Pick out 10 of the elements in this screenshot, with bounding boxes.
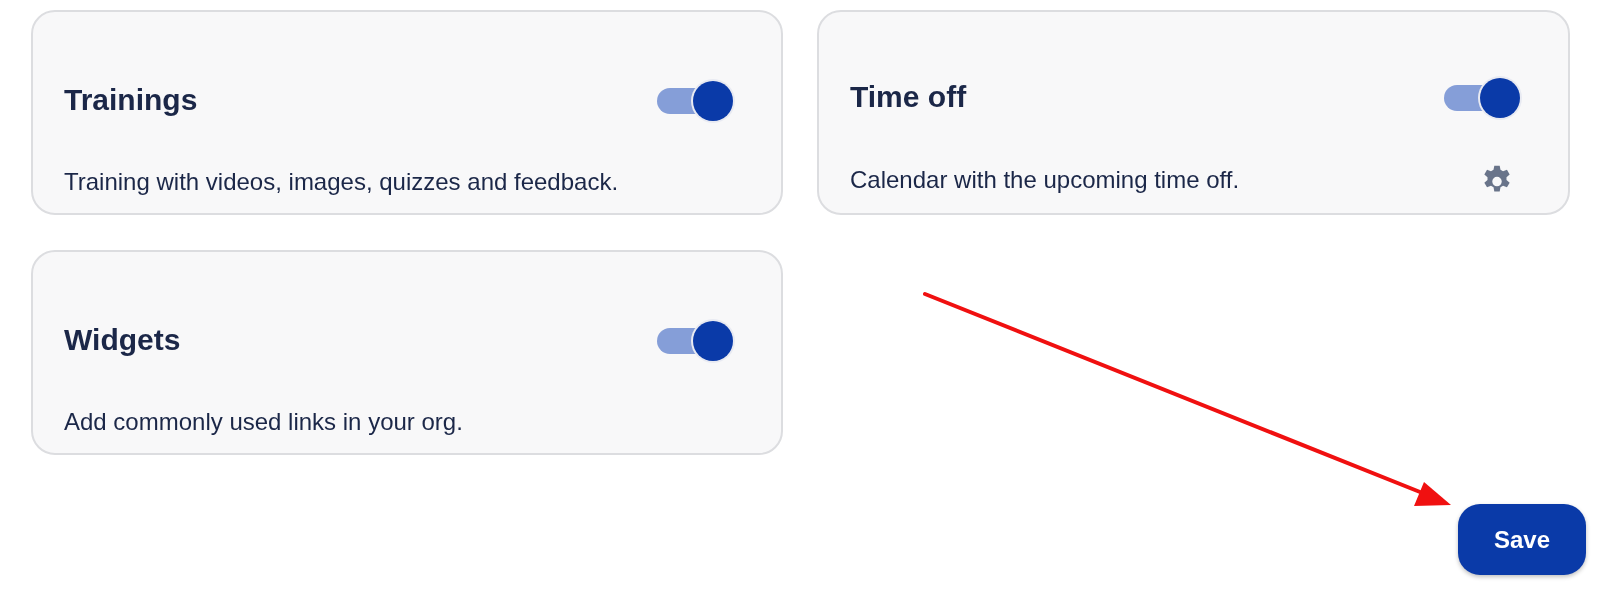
module-description: Calendar with the upcoming time off. <box>850 165 1241 194</box>
module-title: Trainings <box>64 82 199 117</box>
module-description: Add commonly used links in your org. <box>64 408 464 437</box>
module-title: Widgets <box>64 322 182 357</box>
module-title: Time off <box>850 80 968 115</box>
toggle-switch[interactable] <box>657 78 733 121</box>
toggle-switch[interactable] <box>1444 76 1520 119</box>
toggle-switch[interactable] <box>657 318 733 361</box>
module-description: Training with videos, images, quizzes and feedback. <box>64 168 620 197</box>
save-button[interactable]: Save <box>1458 504 1586 575</box>
